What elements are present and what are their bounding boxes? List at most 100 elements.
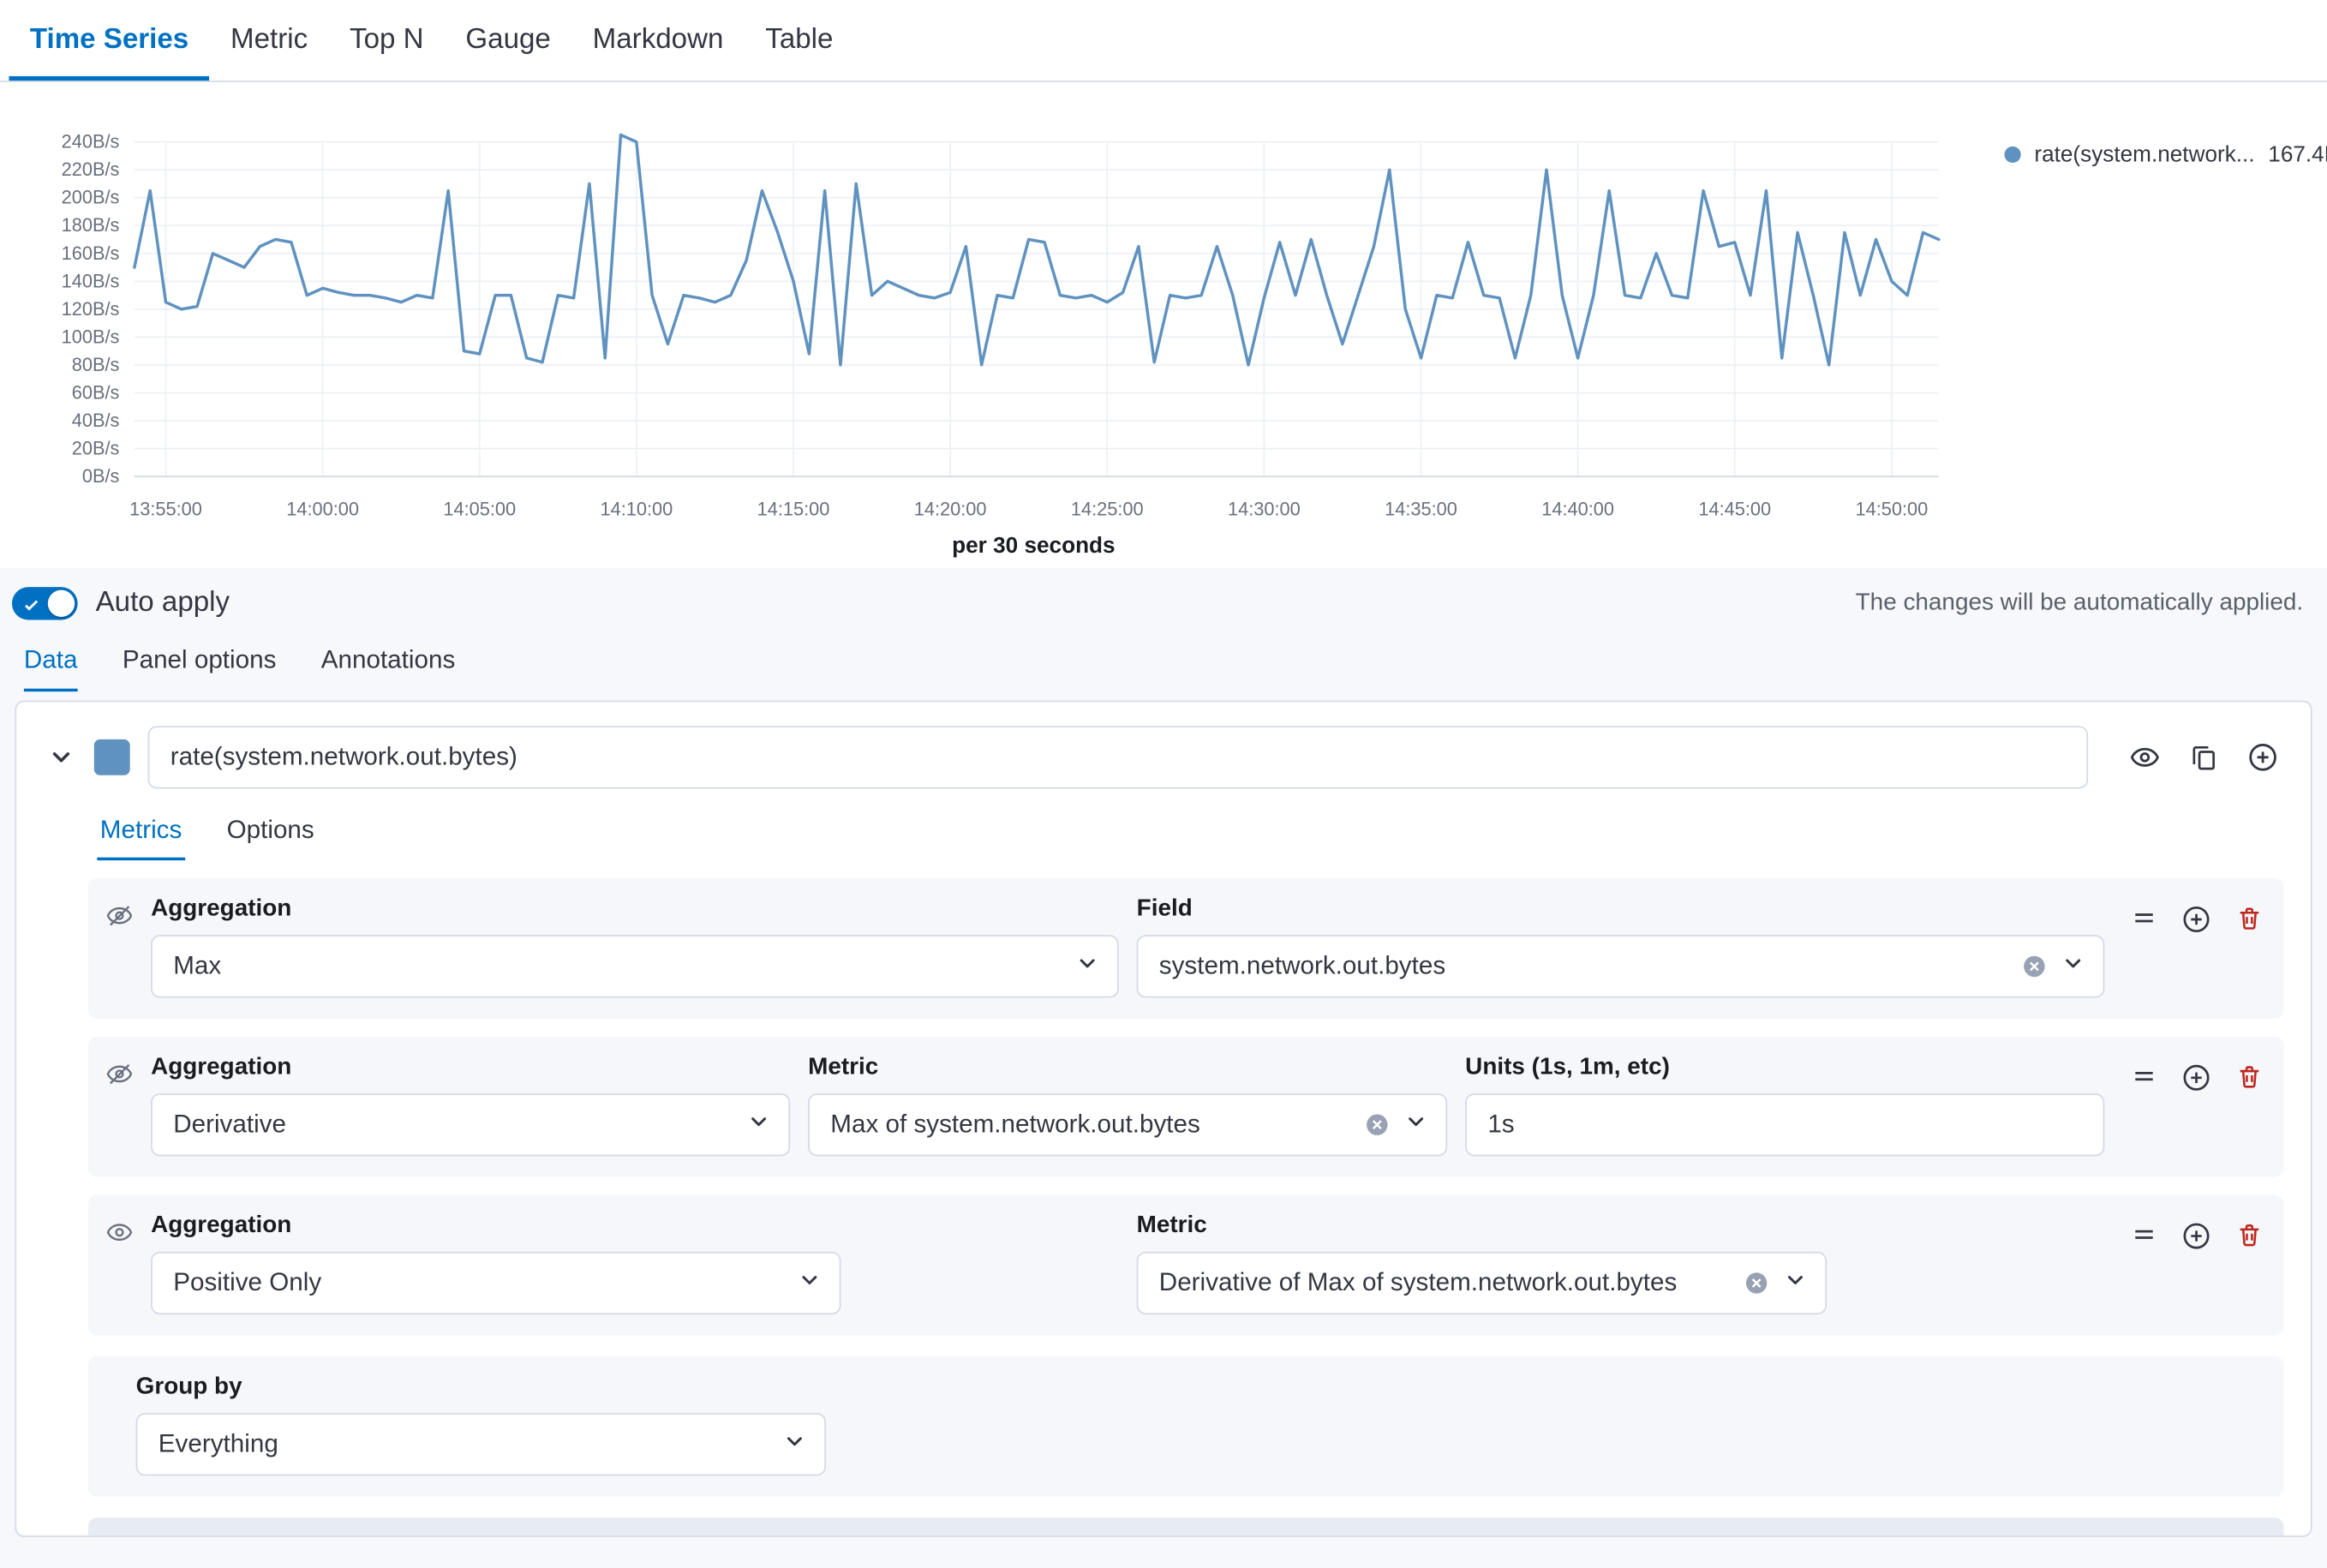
visualization-type-tabs: Time Series Metric Top N Gauge Markdown … (0, 0, 2327, 82)
clear-selection-icon[interactable] (1365, 1113, 1389, 1137)
chart-plot-area: 0B/s20B/s40B/s60B/s80B/s100B/s120B/s140B… (15, 118, 1965, 559)
metric-row-actions (2104, 1055, 2263, 1157)
metric-row-max: Aggregation Max Field system.network.out… (88, 878, 2284, 1019)
tab-data[interactable]: Data (24, 637, 78, 692)
svg-text:14:45:00: 14:45:00 (1698, 498, 1771, 519)
svg-text:14:30:00: 14:30:00 (1228, 498, 1301, 519)
series-color-swatch[interactable] (94, 739, 130, 775)
legend-item[interactable]: rate(system.network... 167.4B/s (2005, 142, 2327, 168)
aggregation-select[interactable]: Derivative (151, 1093, 790, 1156)
toggle-thumb (48, 590, 75, 617)
add-metric-button[interactable] (2182, 1063, 2210, 1092)
metric-row-actions (2104, 896, 2263, 998)
eye-icon (106, 1213, 151, 1315)
chevron-down-icon (782, 1428, 806, 1460)
check-icon (22, 595, 40, 621)
svg-text:140B/s: 140B/s (62, 270, 120, 291)
group-by-section: Group by Everything (88, 1356, 2284, 1497)
line-chart: 0B/s20B/s40B/s60B/s80B/s100B/s120B/s140B… (15, 118, 1965, 530)
eye-slash-icon (106, 896, 151, 998)
svg-text:160B/s: 160B/s (62, 242, 120, 264)
tab-options[interactable]: Options (224, 810, 317, 860)
drag-handle-icon[interactable] (2132, 905, 2157, 931)
chevron-down-icon (747, 1109, 771, 1140)
legend-series-label: rate(system.network... (2034, 142, 2254, 168)
metric-label: Metric (1137, 1213, 2105, 1240)
svg-text:0B/s: 0B/s (82, 465, 120, 487)
svg-text:20B/s: 20B/s (72, 438, 120, 459)
aggregation-select[interactable]: Max (151, 935, 1119, 997)
add-metric-button[interactable] (2182, 1222, 2210, 1250)
series-label-input[interactable] (148, 726, 2089, 788)
tab-markdown[interactable]: Markdown (571, 0, 745, 81)
field-combobox[interactable]: system.network.out.bytes (1137, 935, 2105, 997)
tab-panel-options[interactable]: Panel options (123, 637, 277, 692)
chart-legend: rate(system.network... 167.4B/s (2005, 142, 2327, 559)
auto-apply-toggle[interactable] (12, 587, 78, 619)
metric-row-positive-only: Aggregation Positive Only Metric Derivat… (88, 1195, 2284, 1336)
metric-combobox[interactable]: Derivative of Max of system.network.out.… (1137, 1252, 1827, 1314)
tab-top-n[interactable]: Top N (329, 0, 445, 81)
delete-metric-button[interactable] (2236, 1063, 2263, 1090)
chevron-down-icon (1784, 1267, 1808, 1299)
tab-time-series[interactable]: Time Series (9, 0, 209, 81)
tab-metrics[interactable]: Metrics (97, 810, 184, 860)
tab-metric[interactable]: Metric (210, 0, 329, 81)
svg-text:180B/s: 180B/s (62, 214, 120, 236)
tab-annotations[interactable]: Annotations (321, 637, 456, 692)
series-sub-tabs: Metrics Options (97, 810, 2283, 860)
add-series-icon[interactable] (2248, 742, 2278, 772)
aggregation-label: Aggregation (151, 1055, 790, 1081)
tab-table[interactable]: Table (745, 0, 854, 81)
eye-icon[interactable] (2130, 742, 2160, 772)
svg-text:240B/s: 240B/s (62, 131, 120, 153)
units-label: Units (1s, 1m, etc) (1465, 1055, 2104, 1081)
tab-gauge[interactable]: Gauge (445, 0, 571, 81)
svg-text:220B/s: 220B/s (62, 159, 120, 180)
collapse-chevron-icon[interactable] (44, 739, 80, 775)
panel-editor: Auto apply The changes will be automatic… (0, 567, 2327, 1568)
tsvb-editor: Time Series Metric Top N Gauge Markdown … (0, 0, 2327, 1568)
svg-text:14:50:00: 14:50:00 (1855, 498, 1928, 519)
metric-row-actions (2104, 1213, 2263, 1315)
svg-text:14:05:00: 14:05:00 (443, 498, 516, 519)
auto-apply-note: The changes will be automatically applie… (1856, 590, 2304, 617)
field-label: Field (1137, 896, 2105, 923)
auto-apply-row: Auto apply The changes will be automatic… (0, 567, 2327, 636)
svg-text:200B/s: 200B/s (62, 187, 120, 208)
x-axis-caption: per 30 seconds (135, 533, 1933, 559)
aggregation-select[interactable]: Positive Only (151, 1252, 840, 1314)
chevron-down-icon (798, 1267, 822, 1299)
eye-slash-icon (106, 1055, 151, 1157)
drag-handle-icon[interactable] (2132, 1222, 2157, 1248)
clone-series-icon[interactable] (2190, 743, 2218, 771)
auto-apply-label: Auto apply (96, 587, 230, 619)
series-header (44, 726, 2284, 788)
drag-handle-icon[interactable] (2132, 1063, 2157, 1089)
svg-text:14:00:00: 14:00:00 (286, 498, 359, 519)
metric-label: Metric (808, 1055, 1447, 1081)
svg-text:60B/s: 60B/s (72, 381, 120, 403)
svg-text:14:40:00: 14:40:00 (1541, 498, 1614, 519)
svg-text:40B/s: 40B/s (72, 410, 120, 431)
metric-combobox[interactable]: Max of system.network.out.bytes (808, 1093, 1447, 1156)
clear-selection-icon[interactable] (1744, 1272, 1768, 1296)
series-header-actions (2103, 742, 2284, 772)
group-by-select[interactable]: Everything (136, 1413, 826, 1475)
time-series-chart-section: 0B/s20B/s40B/s60B/s80B/s100B/s120B/s140B… (0, 82, 2327, 568)
svg-text:80B/s: 80B/s (72, 354, 120, 375)
legend-series-value: 167.4B/s (2268, 142, 2327, 168)
svg-text:14:10:00: 14:10:00 (600, 498, 673, 519)
svg-text:14:15:00: 14:15:00 (757, 498, 830, 519)
clear-selection-icon[interactable] (2022, 955, 2046, 979)
metric-row-derivative: Aggregation Derivative Metric Max of sys… (88, 1037, 2284, 1177)
series-card: Metrics Options Aggregation Max (15, 701, 2312, 1537)
delete-metric-button[interactable] (2236, 1222, 2263, 1248)
delete-metric-button[interactable] (2236, 905, 2263, 931)
add-metric-button[interactable] (2182, 905, 2210, 933)
group-by-label: Group by (136, 1374, 2263, 1401)
svg-text:14:20:00: 14:20:00 (914, 498, 987, 519)
svg-text:14:35:00: 14:35:00 (1385, 498, 1457, 519)
aggregation-label: Aggregation (151, 1213, 1119, 1240)
units-input[interactable] (1465, 1093, 2104, 1156)
